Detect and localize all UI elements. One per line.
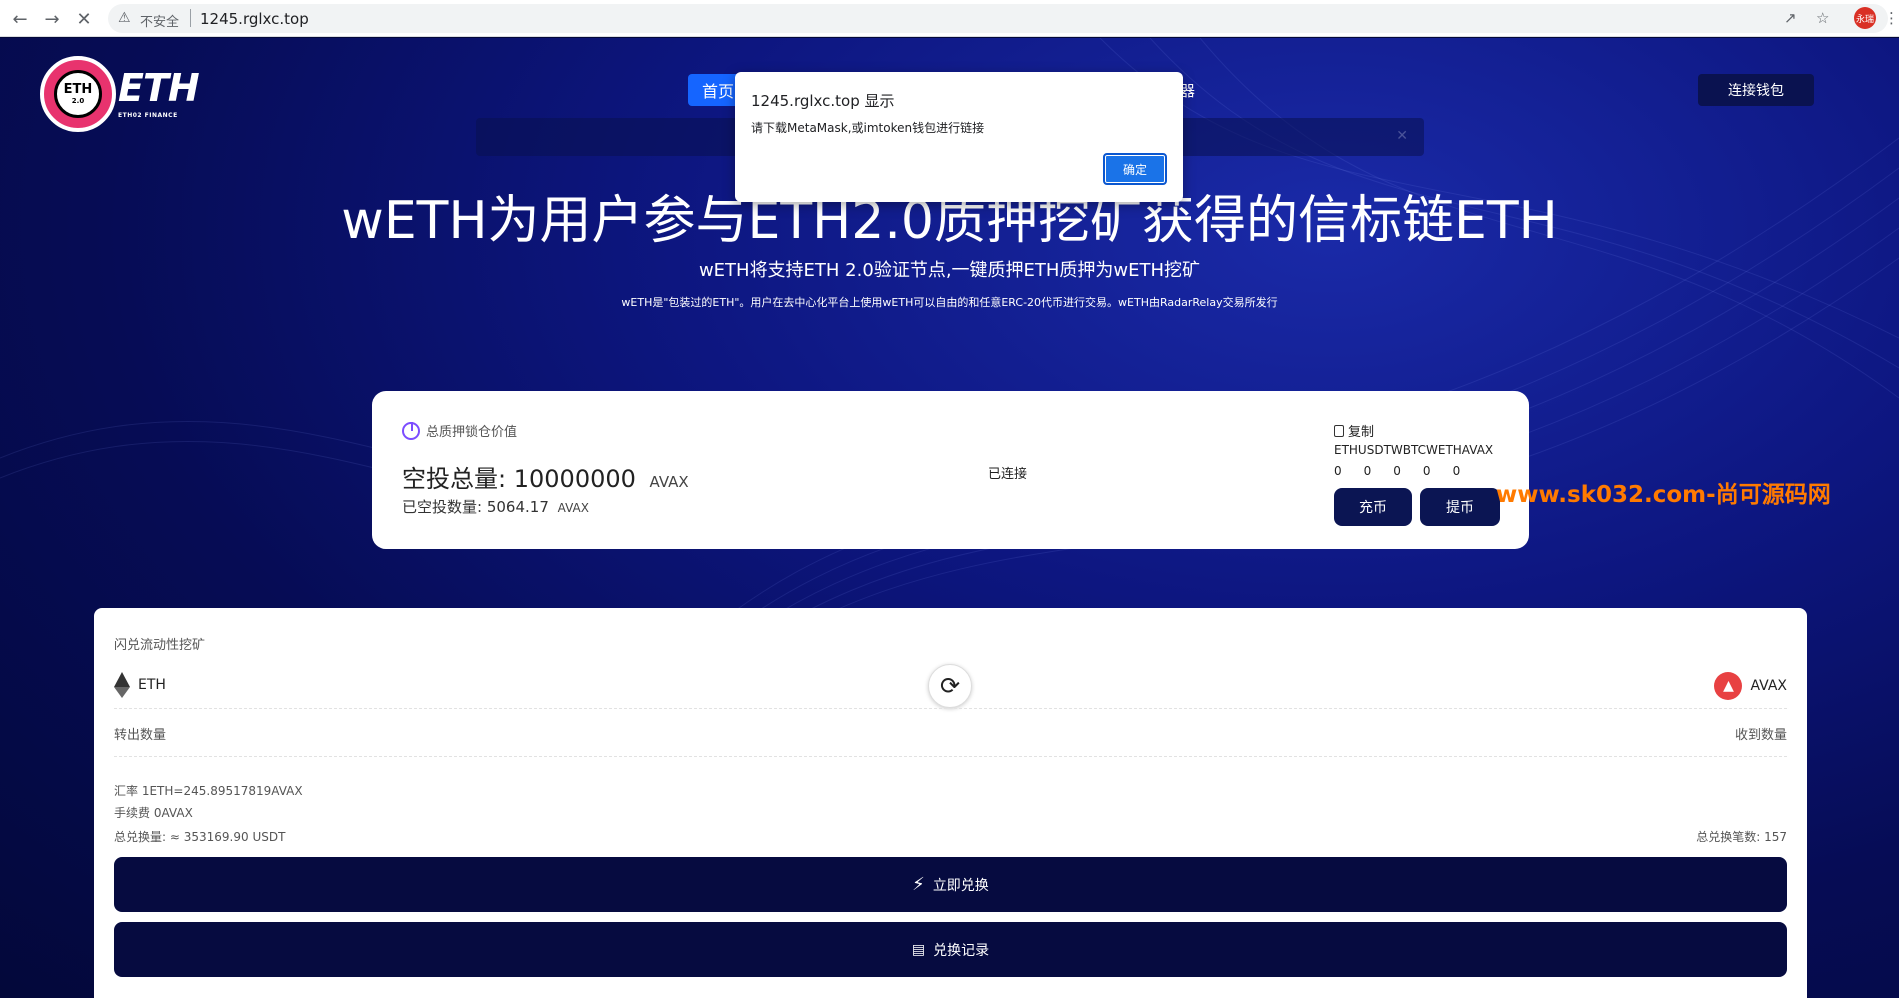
balance-weth: 0 [1422, 464, 1431, 478]
to-coin-label: AVAX [1750, 678, 1787, 694]
address-bar[interactable]: ⚠ 不安全 1245.rglxc.top [108, 4, 1888, 33]
forward-icon[interactable]: → [40, 7, 64, 31]
share-icon[interactable]: ↗ [1784, 9, 1797, 27]
logo-subtitle: ETH02 FINANCE [118, 112, 178, 119]
rate-label: 汇率 [114, 784, 139, 798]
pie-chart-icon [402, 421, 420, 440]
page-content: ETH 2.0 ETH ETH02 FINANCE 首页 器 连接钱包 ✕ wE… [0, 38, 1899, 998]
deposit-button[interactable]: 充币 [1334, 488, 1412, 526]
back-icon[interactable]: ← [8, 7, 32, 31]
ethereum-icon [114, 672, 130, 698]
stats-card: 总质押锁仓价值 空投总量: 10000000 AVAX 已空投数量: 5064.… [372, 391, 1529, 549]
total-swap: 总兑换量: ≈ 353169.90 USDT [114, 828, 285, 845]
tvl-label-text: 总质押锁仓价值 [426, 425, 518, 440]
refresh-arrows-icon: ⟳ [939, 672, 961, 700]
from-coin-label: ETH [138, 677, 166, 693]
watermark-text: www.sk032.com-尚可源码网 [1496, 482, 1831, 508]
swap-records-label: 兑换记录 [933, 942, 990, 959]
hero-subtitle: wETH将支持ETH 2.0验证节点,一键质押ETH质押为wETH挖矿 [698, 260, 1201, 281]
rate-value: 1ETH=245.89517819AVAX [141, 784, 303, 798]
swap-panel: 闪兑流动性挖矿 ETH ⟳ ▲ AVAX 转出数量 收到数量 汇率 1ETH=2… [94, 608, 1807, 998]
star-icon[interactable]: ☆ [1816, 9, 1829, 27]
to-coin-selector[interactable]: ▲ AVAX [1714, 672, 1787, 700]
logo-badge-inner: ETH 2.0 [54, 70, 102, 118]
balance-usdt: 0 [1363, 464, 1372, 478]
ok-button[interactable]: 确定 [1103, 153, 1167, 185]
out-amount-label[interactable]: 转出数量 [114, 724, 166, 743]
copy-icon [1334, 424, 1344, 437]
browser-toolbar: ← → ✕ ⚠ 不安全 1245.rglxc.top ↗ ☆ 永瑞 ⋮ [0, 0, 1899, 37]
fee-value: 0AVAX [153, 806, 193, 820]
profile-avatar[interactable]: 永瑞 [1854, 7, 1876, 29]
swap-direction-button[interactable]: ⟳ [928, 664, 972, 708]
airdrop-total-unit: AVAX [649, 473, 689, 491]
withdraw-button[interactable]: 提币 [1420, 488, 1500, 526]
airdrop-total-label: 空投总量: [402, 465, 507, 493]
swap-records-button[interactable]: ▤ 兑换记录 [114, 922, 1787, 977]
dialog-title: 1245.rglxc.top 显示 [751, 92, 895, 110]
menu-dots-icon[interactable]: ⋮ [1884, 9, 1899, 27]
logo-badge: ETH 2.0 [40, 56, 116, 132]
warning-icon: ⚠ [118, 10, 131, 26]
total-count-value: 157 [1764, 830, 1787, 844]
alert-dialog: 1245.rglxc.top 显示 请下载MetaMask,或imtoken钱包… [735, 72, 1183, 202]
logo-badge-version: 2.0 [71, 97, 85, 105]
swap-now-label: 立即兑换 [932, 877, 989, 894]
divider [114, 756, 1787, 757]
balance-eth: 0 [1334, 464, 1342, 478]
swap-title: 闪兑流动性挖矿 [114, 638, 206, 653]
total-count-label: 总兑换笔数: [1696, 830, 1761, 844]
address-separator [190, 9, 191, 27]
fee-label: 手续费 [114, 806, 151, 820]
token-list: ETHUSDTWBTCWETHAVAX [1334, 443, 1494, 457]
hero-description: wETH是"包装过的ETH"。用户在去中心化平台上使用wETH可以自由的和任意E… [621, 296, 1278, 309]
lightning-icon: ⚡ [912, 874, 925, 895]
token-balances: 0 0 0 0 0 [1334, 464, 1460, 478]
site-logo[interactable]: ETH 2.0 ETH ETH02 FINANCE [40, 56, 200, 132]
logo-badge-text: ETH [63, 82, 93, 97]
airdropped-value: 5064.17 [486, 498, 549, 516]
connection-status: 已连接 [988, 467, 1028, 482]
records-icon: ▤ [911, 941, 926, 958]
balance-avax: 0 [1452, 464, 1461, 478]
close-icon[interactable]: ✕ [1396, 128, 1408, 144]
exchange-rate: 汇率 1ETH=245.89517819AVAX [114, 782, 303, 799]
copy-label: 复制 [1348, 425, 1375, 440]
dialog-message: 请下载MetaMask,或imtoken钱包进行链接 [751, 121, 985, 135]
insecure-label: 不安全 [140, 15, 180, 30]
url-text[interactable]: 1245.rglxc.top [200, 10, 309, 28]
avalanche-icon: ▲ [1714, 672, 1743, 700]
total-swap-value: ≈ 353169.90 USDT [169, 830, 286, 844]
airdropped-label: 已空投数量: [402, 498, 483, 516]
balance-wbtc: 0 [1393, 464, 1401, 478]
swap-now-button[interactable]: ⚡ 立即兑换 [114, 857, 1787, 912]
stop-loading-icon[interactable]: ✕ [72, 7, 96, 31]
copy-button[interactable]: 复制 [1334, 421, 1374, 440]
logo-wordmark: ETH [118, 66, 200, 110]
in-amount-label[interactable]: 收到数量 [1735, 724, 1787, 743]
airdropped-amount: 已空投数量: 5064.17 AVAX [402, 496, 589, 517]
divider [114, 708, 1787, 709]
total-swap-label: 总兑换量: [114, 830, 167, 844]
tvl-label: 总质押锁仓价值 [402, 421, 517, 440]
airdrop-total-value: 10000000 [513, 465, 636, 493]
fee: 手续费 0AVAX [114, 804, 193, 821]
total-count: 总兑换笔数: 157 [1696, 828, 1787, 845]
connect-wallet-button[interactable]: 连接钱包 [1698, 74, 1814, 106]
airdropped-unit: AVAX [557, 501, 589, 515]
from-coin-selector[interactable]: ETH [114, 672, 166, 698]
airdrop-total: 空投总量: 10000000 AVAX [402, 459, 689, 494]
